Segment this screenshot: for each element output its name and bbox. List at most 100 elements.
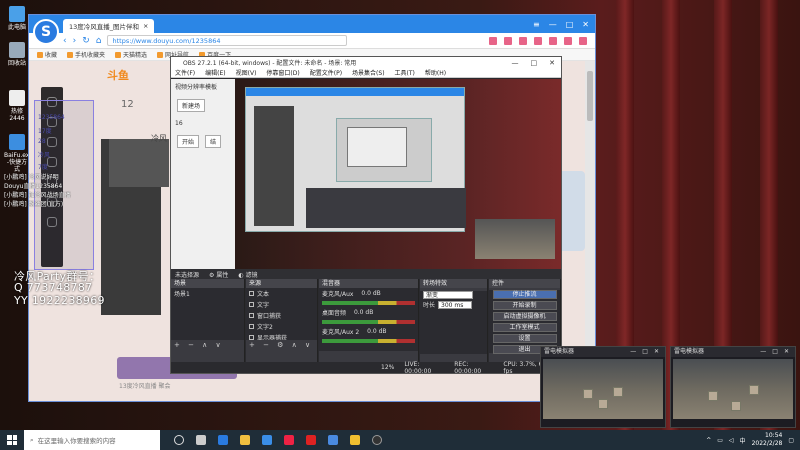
text-source-icon xyxy=(249,324,254,329)
app-icon xyxy=(9,134,25,150)
emulator-thumbnail[interactable]: 雷电模拟器 —□✕ xyxy=(670,346,796,428)
edge-icon[interactable] xyxy=(262,435,272,445)
browser-app-icon[interactable] xyxy=(218,435,228,445)
obs-preview[interactable] xyxy=(235,79,561,269)
address-bar[interactable]: https://www.douyu.com/1235864 xyxy=(107,35,348,46)
emulator-thumbnail[interactable]: 雷电模拟器 —□✕ xyxy=(540,346,666,428)
app-icon[interactable] xyxy=(328,435,338,445)
douyu-logo[interactable]: 斗鱼 xyxy=(107,67,129,83)
app-icon[interactable] xyxy=(306,435,316,445)
chat-line: [小鹏鸡] 冷风说好明 xyxy=(4,174,59,181)
home-icon[interactable]: ⌂ xyxy=(96,36,102,46)
streamer-card[interactable] xyxy=(109,139,169,187)
transition-select[interactable]: 渐变 xyxy=(423,291,473,299)
start-recording-button[interactable]: 开始录制 xyxy=(492,301,557,310)
chevron-up-icon[interactable]: ^ xyxy=(706,437,711,444)
menu-file[interactable]: 文件(F) xyxy=(175,68,195,77)
notification-icon[interactable]: ▢ xyxy=(788,437,794,444)
scenes-toolbar[interactable]: + − ∧ ∨ xyxy=(171,340,244,351)
extension-icon[interactable] xyxy=(579,36,587,45)
close-icon[interactable]: ✕ xyxy=(549,59,555,67)
nested-capture-3 xyxy=(347,127,407,167)
audio-meter[interactable] xyxy=(322,339,415,343)
menu-profile[interactable]: 配置文件(P) xyxy=(310,68,342,77)
desktop-icon-computer[interactable]: 此电脑 xyxy=(4,6,30,31)
desktop-icon[interactable] xyxy=(196,435,206,445)
refresh-icon[interactable]: ↻ xyxy=(82,36,90,46)
extension-icon[interactable] xyxy=(534,36,542,45)
dropped-frames: 12% xyxy=(381,364,395,371)
menu-docks[interactable]: 停靠窗口(D) xyxy=(266,68,299,77)
scene-item[interactable]: 场景1 xyxy=(171,288,244,299)
window-controls: ≡ — □ ✕ xyxy=(533,20,595,29)
transitions-dock: 转场特效 渐变 时长 300 ms xyxy=(420,279,488,363)
forward-icon[interactable]: › xyxy=(73,36,77,46)
virtual-camera-button[interactable]: 启动虚拟摄像机 xyxy=(492,312,557,321)
netease-icon[interactable] xyxy=(284,435,294,445)
extension-icon[interactable] xyxy=(489,36,497,45)
scenes-header: 场景 xyxy=(171,279,244,288)
close-icon[interactable]: ✕ xyxy=(582,20,589,29)
desktop-icon-file[interactable]: 热修 2446 xyxy=(4,90,30,122)
bookmark-item[interactable]: 收藏 xyxy=(37,50,57,59)
menu-edit[interactable]: 编辑(E) xyxy=(205,68,225,77)
audio-meter[interactable] xyxy=(322,301,415,305)
filters-button[interactable]: ◐ 滤镜 xyxy=(238,270,257,279)
maximize-icon[interactable]: □ xyxy=(566,20,574,29)
back-icon[interactable]: ‹ xyxy=(63,36,67,46)
extension-icon[interactable] xyxy=(564,36,572,45)
new-scene-button[interactable]: 新建场 xyxy=(177,99,206,112)
extension-icon[interactable] xyxy=(519,36,527,45)
overlay-line: 冷风 xyxy=(38,152,51,159)
properties-button[interactable]: ⚙ 属性 xyxy=(209,270,228,279)
extension-icon[interactable] xyxy=(504,36,512,45)
studio-mode-button[interactable]: 工作室模式 xyxy=(492,323,557,332)
task-view-icon[interactable] xyxy=(174,435,184,445)
explorer-icon[interactable] xyxy=(240,435,250,445)
audio-meter[interactable] xyxy=(322,320,415,324)
minimize-icon[interactable]: — xyxy=(549,20,557,29)
close-icon[interactable]: × xyxy=(143,22,148,30)
menu-scene-collection[interactable]: 场景集合(S) xyxy=(352,68,385,77)
volume-icon[interactable]: ◁ xyxy=(729,437,734,444)
browser-tab[interactable]: 13度冷风直播_图片伴和 × xyxy=(63,19,155,33)
network-icon[interactable]: ▭ xyxy=(717,437,723,444)
menu-tools[interactable]: 工具(T) xyxy=(395,68,415,77)
sources-toolbar[interactable]: + − ⚙ ∧ ∨ xyxy=(246,340,317,351)
menu-view[interactable]: 视图(V) xyxy=(236,68,257,77)
page-footer: 13度冷风直播 聚会 xyxy=(119,383,171,390)
taskbar-search[interactable]: ⌕ 在这里输入你要搜索的内容 xyxy=(24,430,160,450)
bookmark-item[interactable]: 手机收藏夹 xyxy=(67,50,105,59)
clock[interactable]: 10:54 2022/2/28 xyxy=(752,432,783,448)
maximize-icon[interactable]: □ xyxy=(531,59,538,67)
controls-header: 控件 xyxy=(489,279,560,288)
source-item[interactable]: 文字 xyxy=(246,299,317,310)
ime-indicator[interactable]: 中 xyxy=(740,436,746,445)
search-icon: ⌕ xyxy=(30,435,34,444)
extension-icon[interactable] xyxy=(549,36,557,45)
source-item[interactable]: 文字2 xyxy=(246,321,317,332)
nested-obs-docks xyxy=(306,188,466,228)
start-button[interactable]: 开始 xyxy=(177,135,200,148)
scroll-thumb[interactable] xyxy=(587,71,593,121)
stop-streaming-button[interactable]: 停止推流 xyxy=(492,290,557,299)
window-controls: —□✕ xyxy=(630,348,665,355)
desktop-icon-recycle-bin[interactable]: 回收站 xyxy=(4,42,30,67)
browser-logo-icon[interactable]: S xyxy=(33,19,59,45)
settings-button[interactable]: 设置 xyxy=(492,334,557,343)
emulator-icon[interactable] xyxy=(350,435,360,445)
obs-titlebar: OBS 27.2.1 (64-bit, windows) - 配置文件: 未命名… xyxy=(171,57,561,68)
desktop-icon-shortcut[interactable]: BaiFu.exe -快捷方式 xyxy=(4,134,33,173)
minimize-icon[interactable]: — xyxy=(512,59,519,67)
source-item[interactable]: 文本 xyxy=(246,288,317,299)
bookmark-item[interactable]: 天猫精选 xyxy=(115,50,147,59)
start-button[interactable] xyxy=(0,430,24,450)
obs-icon[interactable] xyxy=(372,435,382,445)
tab-title: 13度冷风直播_图片伴和 xyxy=(69,23,140,31)
taskbar: ⌕ 在这里输入你要搜索的内容 ^ ▭ ◁ 中 10:54 2022/2/28 ▢ xyxy=(0,430,800,450)
menu-icon[interactable]: ≡ xyxy=(533,20,540,29)
end-button[interactable]: 结 xyxy=(204,135,221,148)
duration-input[interactable]: 300 ms xyxy=(438,300,473,309)
source-item[interactable]: 窗口捕获 xyxy=(246,310,317,321)
menu-help[interactable]: 帮助(H) xyxy=(425,68,446,77)
